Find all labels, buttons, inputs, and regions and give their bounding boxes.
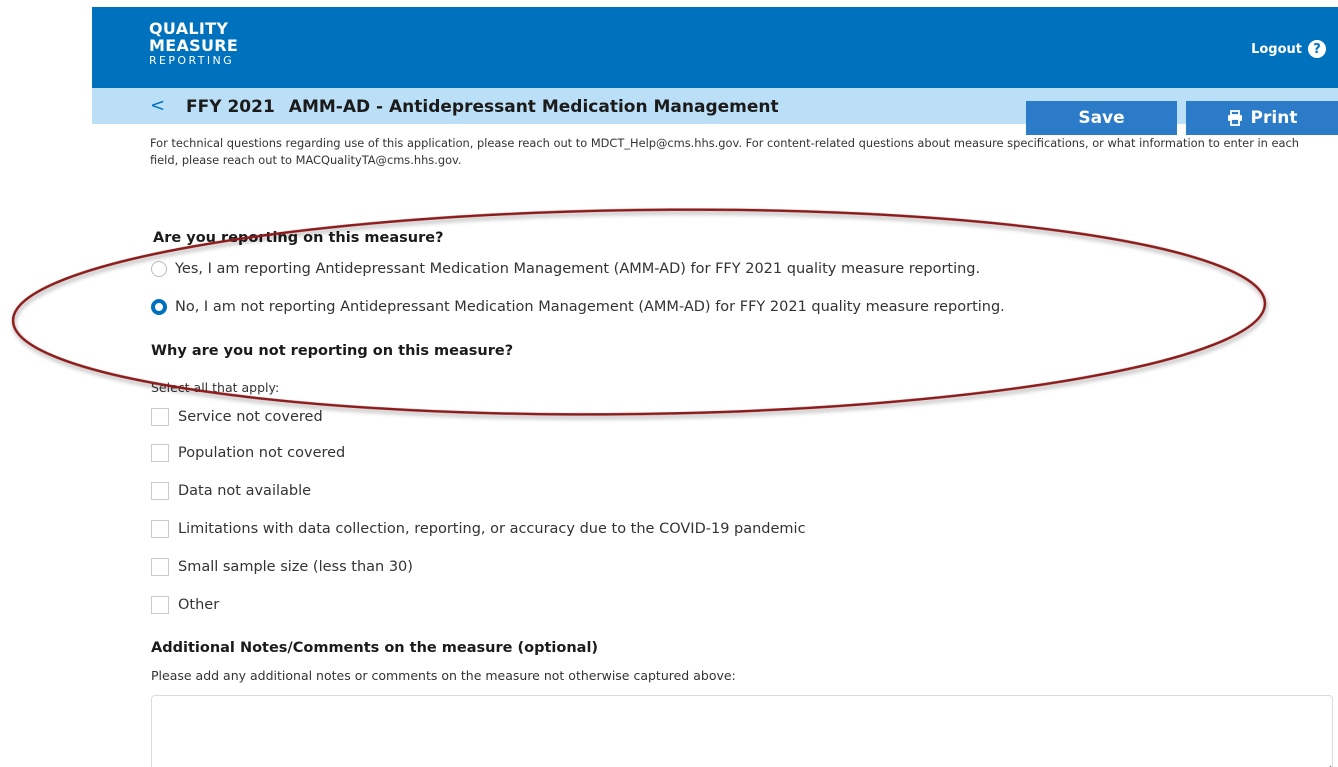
checkbox-population-not-covered[interactable]: Population not covered bbox=[151, 444, 345, 462]
checkbox-box[interactable] bbox=[151, 408, 169, 426]
page-title-measure: AMM-AD - Antidepressant Medication Manag… bbox=[288, 97, 779, 117]
logo-line-1: QUALITY bbox=[149, 19, 229, 38]
help-icon[interactable]: ? bbox=[1308, 40, 1326, 58]
checkbox-label: Population not covered bbox=[178, 445, 346, 461]
back-chevron-icon[interactable]: < bbox=[150, 95, 165, 116]
checkbox-label: Limitations with data collection, report… bbox=[178, 521, 806, 537]
why-not-heading: Why are you not reporting on this measur… bbox=[151, 343, 514, 359]
checkbox-covid-limitations[interactable]: Limitations with data collection, report… bbox=[151, 520, 806, 538]
page-title: FFY 2021 AMM-AD - Antidepressant Medicati… bbox=[186, 97, 779, 117]
logo-line-2: MEASURE bbox=[149, 36, 239, 55]
checkbox-service-not-covered[interactable]: Service not covered bbox=[151, 408, 323, 426]
logo-line-3: REPORTING bbox=[149, 54, 235, 67]
checkbox-box[interactable] bbox=[151, 482, 169, 500]
print-label: Print bbox=[1250, 108, 1298, 128]
radio-option-no[interactable]: No, I am not reporting Antidepressant Me… bbox=[151, 299, 1005, 315]
app-logo[interactable]: QUALITY MEASURE REPORTING bbox=[149, 20, 238, 67]
notes-heading: Additional Notes/Comments on the measure… bbox=[151, 640, 599, 656]
checkbox-small-sample-size[interactable]: Small sample size (less than 30) bbox=[151, 558, 413, 576]
checkbox-box[interactable] bbox=[151, 558, 169, 576]
notes-textarea[interactable] bbox=[151, 695, 1333, 767]
print-icon bbox=[1227, 110, 1242, 126]
save-button[interactable]: Save bbox=[1026, 101, 1177, 135]
checkbox-box[interactable] bbox=[151, 520, 169, 538]
radio-yes-control[interactable] bbox=[151, 261, 167, 277]
select-all-instruction: Select all that apply: bbox=[151, 380, 280, 395]
reporting-question-heading: Are you reporting on this measure? bbox=[153, 230, 444, 246]
radio-option-yes[interactable]: Yes, I am reporting Antidepressant Medic… bbox=[151, 261, 980, 277]
radio-no-control[interactable] bbox=[151, 299, 167, 315]
checkbox-label: Small sample size (less than 30) bbox=[178, 559, 413, 575]
checkbox-label: Service not covered bbox=[178, 409, 323, 425]
notes-help-text: Please add any additional notes or comme… bbox=[151, 668, 736, 683]
print-button[interactable]: Print bbox=[1186, 101, 1338, 135]
measure-header-bar: < FFY 2021 AMM-AD - Antidepressant Medica… bbox=[92, 88, 1338, 135]
radio-no-label: No, I am not reporting Antidepressant Me… bbox=[175, 299, 1005, 315]
checkbox-box[interactable] bbox=[151, 596, 169, 614]
checkbox-label: Data not available bbox=[178, 483, 312, 499]
technical-help-text: For technical questions regarding use of… bbox=[150, 136, 1299, 167]
top-navigation-bar: QUALITY MEASURE REPORTING Logout ? bbox=[92, 7, 1338, 88]
page-title-ffy: FFY 2021 bbox=[186, 97, 275, 117]
logout-label: Logout bbox=[1251, 41, 1302, 57]
logout-button[interactable]: Logout ? bbox=[1251, 40, 1326, 58]
checkbox-box[interactable] bbox=[151, 444, 169, 462]
checkbox-other[interactable]: Other bbox=[151, 596, 219, 614]
checkbox-label: Other bbox=[178, 597, 220, 613]
radio-yes-label: Yes, I am reporting Antidepressant Medic… bbox=[175, 261, 981, 277]
checkbox-data-not-available[interactable]: Data not available bbox=[151, 482, 311, 500]
